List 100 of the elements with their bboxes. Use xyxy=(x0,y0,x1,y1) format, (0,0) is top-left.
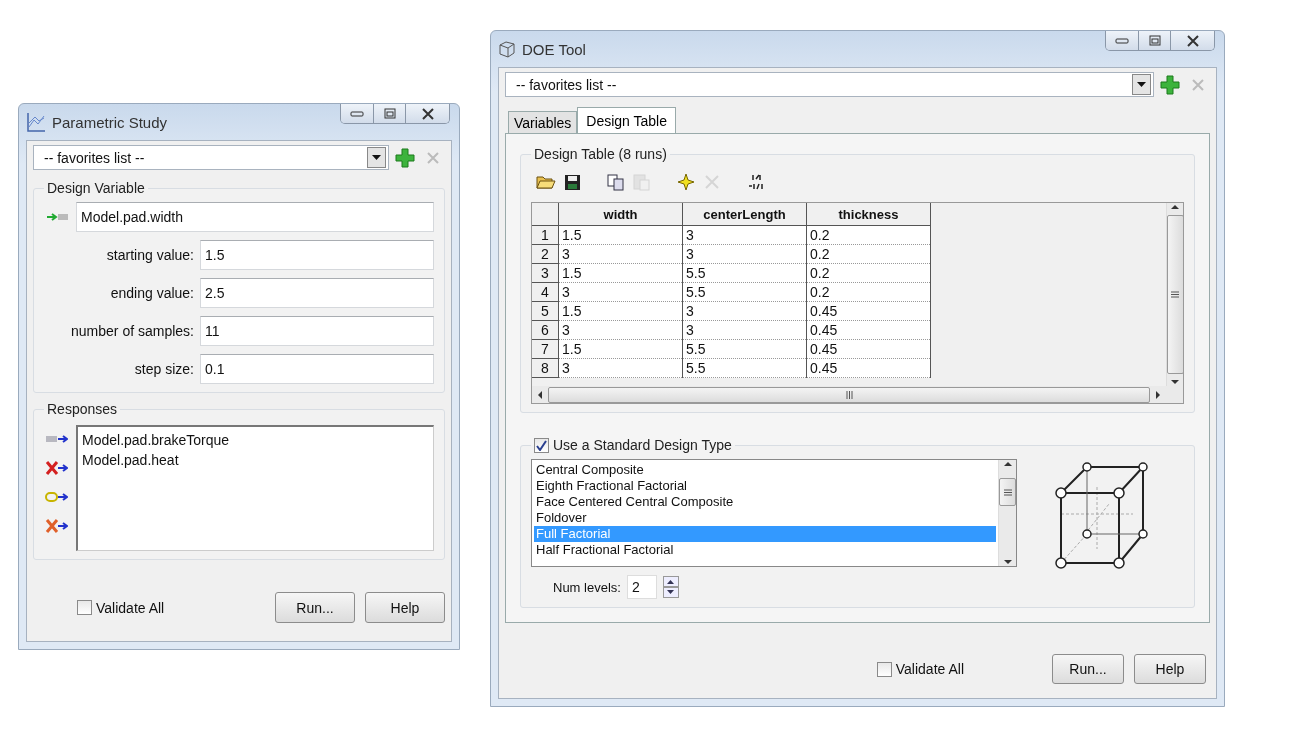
list-item[interactable]: Central Composite xyxy=(534,462,996,478)
column-header: thickness xyxy=(806,203,931,226)
add-button[interactable] xyxy=(1158,74,1182,95)
folder-icon xyxy=(536,174,556,190)
checkbox[interactable] xyxy=(534,437,549,453)
matrix-icon xyxy=(747,173,765,191)
dropdown-caret-icon xyxy=(1137,81,1146,88)
field-label: Num levels: xyxy=(553,579,621,595)
save-icon xyxy=(563,173,581,191)
grip-icon xyxy=(845,390,853,399)
list-item[interactable]: Model.pad.brakeTorque xyxy=(82,430,429,450)
tab[interactable]: Design Table xyxy=(577,107,676,133)
dropdown-caret-icon xyxy=(372,154,381,161)
scroll-left-icon[interactable] xyxy=(536,390,544,399)
grip-icon xyxy=(1171,291,1179,298)
maximize-button[interactable] xyxy=(1138,31,1170,50)
favorites-dropdown[interactable]: -- favorites list -- xyxy=(33,145,389,170)
row-number: 8 xyxy=(532,358,559,378)
response-tool-button[interactable] xyxy=(44,458,68,478)
design-type-list[interactable]: Central Composite Eighth Fractional Factorial Face Centered Central Composite Foldover Full Factorial Half Fractional Factorial xyxy=(531,459,1017,567)
minimize-icon xyxy=(1115,36,1129,45)
row-number: 7 xyxy=(532,339,559,359)
list-item[interactable]: Eighth Fractional Factorial xyxy=(534,478,996,494)
maximize-icon xyxy=(383,108,396,119)
dialog-button[interactable]: Help xyxy=(1134,654,1206,684)
cross-arrow-icon xyxy=(44,519,68,533)
favorites-dropdown[interactable]: -- favorites list -- xyxy=(505,72,1154,97)
response-tool-button[interactable] xyxy=(44,516,68,536)
scrollbar-thumb[interactable] xyxy=(1166,215,1184,374)
num-levels-field[interactable]: 2 xyxy=(626,575,657,599)
list-item[interactable]: Model.pad.heat xyxy=(82,450,429,470)
row-number: 5 xyxy=(532,301,559,321)
row-number: 4 xyxy=(532,282,559,302)
ring-arrow-icon xyxy=(44,490,68,504)
minimize-icon xyxy=(350,109,364,118)
plus-icon xyxy=(395,147,415,168)
spin-down-button[interactable] xyxy=(662,587,679,598)
close-icon xyxy=(1185,34,1200,47)
window-title: Parametric Study xyxy=(52,113,169,131)
checkbox-label: Validate All xyxy=(96,599,165,616)
list-item[interactable]: Face Centered Central Composite xyxy=(534,494,996,510)
checkbox-label: Use a Standard Design Type xyxy=(553,437,732,453)
dialog-button[interactable]: Run... xyxy=(1052,654,1124,684)
field-label: ending value: xyxy=(109,285,194,301)
scroll-up-icon[interactable] xyxy=(1171,203,1179,211)
checkbox[interactable] xyxy=(876,661,892,677)
input-field[interactable]: 2.5 xyxy=(200,278,434,308)
group-title: Design Variable xyxy=(46,180,146,196)
vertical-scrollbar[interactable] xyxy=(1166,203,1183,386)
row-number: 2 xyxy=(532,244,559,264)
field-label: step size: xyxy=(133,361,194,377)
arrow-icon xyxy=(44,432,68,446)
add-button[interactable] xyxy=(393,147,417,168)
maximize-icon xyxy=(1148,35,1161,46)
maximize-button[interactable] xyxy=(373,104,405,123)
field-label: number of samples: xyxy=(70,323,194,339)
row-number: 3 xyxy=(532,263,559,283)
close-button[interactable] xyxy=(1170,31,1214,50)
plus-icon xyxy=(1160,74,1180,95)
close-icon xyxy=(420,107,435,120)
input-field[interactable]: 1.5 xyxy=(200,240,434,270)
dialog-button[interactable]: Help xyxy=(365,592,445,623)
arrow-icon xyxy=(46,212,70,222)
checkbox-label: Validate All xyxy=(895,661,964,677)
scrollbar-thumb[interactable] xyxy=(999,478,1016,506)
minimize-button[interactable] xyxy=(341,104,373,123)
input-field[interactable]: 0.1 xyxy=(200,354,434,384)
tab[interactable]: Variables xyxy=(508,111,578,133)
chart-icon xyxy=(26,112,46,132)
scroll-up-icon[interactable] xyxy=(1003,460,1012,468)
dialog-button[interactable]: Run... xyxy=(275,592,355,623)
responses-list[interactable]: Model.pad.brakeTorque Model.pad.heat xyxy=(76,425,434,551)
input-field[interactable]: 11 xyxy=(200,316,434,346)
minimize-button[interactable] xyxy=(1106,31,1138,50)
scroll-right-icon[interactable] xyxy=(1154,390,1162,399)
cross-arrow-icon xyxy=(44,461,68,475)
column-header: width xyxy=(558,203,683,226)
list-item[interactable]: Half Fractional Factorial xyxy=(534,542,996,558)
clipboard-icon xyxy=(633,173,651,191)
close-icon xyxy=(1191,77,1205,92)
field-label: starting value: xyxy=(105,247,194,263)
vertical-scrollbar[interactable] xyxy=(998,460,1016,566)
row-number: 1 xyxy=(532,225,559,245)
scroll-down-icon[interactable] xyxy=(1003,558,1012,566)
sparkle-icon xyxy=(677,173,695,191)
group-title: Design Table (8 runs) xyxy=(533,146,668,162)
grip-icon xyxy=(1003,488,1012,496)
checkbox[interactable] xyxy=(77,600,92,615)
column-header: centerLength xyxy=(682,203,807,226)
variable-field[interactable]: Model.pad.width xyxy=(76,202,434,232)
window-title: DOE Tool xyxy=(522,40,587,58)
close-button[interactable] xyxy=(405,104,449,123)
delete-icon xyxy=(704,174,720,190)
close-icon xyxy=(426,150,440,165)
list-item[interactable]: Foldover xyxy=(534,510,996,526)
caret-up-icon xyxy=(667,579,675,584)
row-number: 6 xyxy=(532,320,559,340)
copy-icon xyxy=(607,173,625,191)
spin-up-button[interactable] xyxy=(662,576,679,587)
cube-icon xyxy=(498,40,516,58)
